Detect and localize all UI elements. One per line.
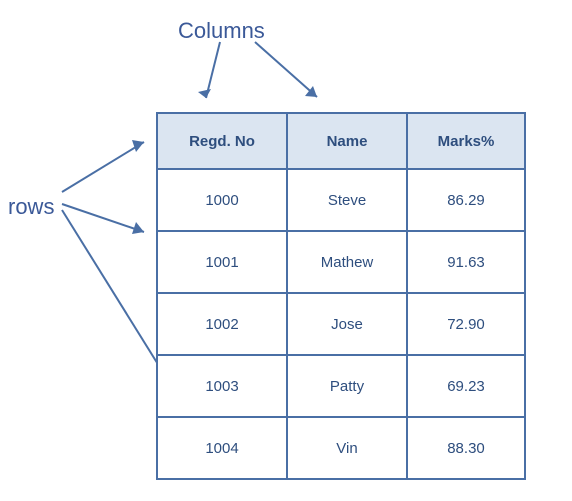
- table-row: 1001 Mathew 91.63: [157, 231, 525, 293]
- cell-marks: 88.30: [407, 417, 525, 479]
- cell-name: Mathew: [287, 231, 407, 293]
- table-row: 1000 Steve 86.29: [157, 169, 525, 231]
- cell-regd: 1003: [157, 355, 287, 417]
- header-name: Name: [287, 113, 407, 169]
- cell-marks: 91.63: [407, 231, 525, 293]
- cell-marks: 69.23: [407, 355, 525, 417]
- cell-name: Vin: [287, 417, 407, 479]
- header-marks: Marks%: [407, 113, 525, 169]
- cell-name: Steve: [287, 169, 407, 231]
- table-row: 1003 Patty 69.23: [157, 355, 525, 417]
- header-regd: Regd. No: [157, 113, 287, 169]
- cell-name: Jose: [287, 293, 407, 355]
- cell-name: Patty: [287, 355, 407, 417]
- cell-regd: 1000: [157, 169, 287, 231]
- cell-regd: 1002: [157, 293, 287, 355]
- rows-label: rows: [8, 194, 54, 220]
- data-table: Regd. No Name Marks% 1000 Steve 86.29 10…: [156, 112, 526, 480]
- columns-label: Columns: [178, 18, 265, 44]
- cell-marks: 72.90: [407, 293, 525, 355]
- cell-regd: 1004: [157, 417, 287, 479]
- arrow-columns-right: [255, 42, 355, 117]
- table-row: 1004 Vin 88.30: [157, 417, 525, 479]
- cell-marks: 86.29: [407, 169, 525, 231]
- table-header-row: Regd. No Name Marks%: [157, 113, 525, 169]
- arrow-columns-left: [200, 42, 260, 117]
- cell-regd: 1001: [157, 231, 287, 293]
- table-row: 1002 Jose 72.90: [157, 293, 525, 355]
